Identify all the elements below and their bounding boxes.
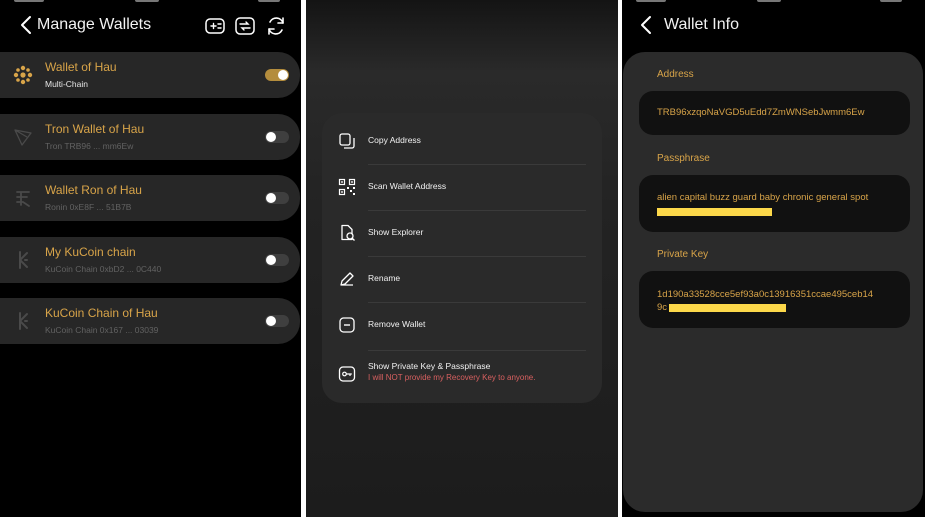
menu-item-label: Remove Wallet <box>368 319 426 329</box>
explorer-icon <box>341 224 355 241</box>
wallet-toggle[interactable] <box>265 254 289 266</box>
passphrase-box[interactable]: alien capital buzz guard baby chronic ge… <box>639 175 910 232</box>
private-key-box[interactable]: 1d190a33528cce5ef93a0c13916351ccae495ceb… <box>639 271 910 328</box>
redaction-mark <box>657 208 772 216</box>
menu-item-label: Copy Address <box>368 135 421 145</box>
wallet-name: Wallet Ron of Hau <box>45 183 142 197</box>
menu-item-label: Show Explorer <box>368 227 424 237</box>
menu-item-copy-address[interactable]: Copy Address <box>322 118 602 164</box>
back-arrow-icon[interactable] <box>16 14 38 36</box>
passphrase-value: alien capital buzz guard baby chronic ge… <box>657 192 869 203</box>
add-wallet-icon[interactable] <box>204 15 226 37</box>
address-label: Address <box>657 69 694 80</box>
wallet-card[interactable]: My KuCoin chain KuCoin Chain 0xbD2 ... 0… <box>0 237 300 283</box>
wallet-name: My KuCoin chain <box>45 245 136 259</box>
wallet-info-screen: Wallet Info Address TRB96xzqoNaVGD5uEdd7… <box>622 0 925 517</box>
qr-icon <box>338 178 356 196</box>
wallet-actions-screen: Copy Address Scan Wallet Address Show Ex… <box>306 0 618 517</box>
remove-icon <box>339 317 355 333</box>
manage-wallets-screen: Manage Wallets Wallet of Hau Multi-Chain… <box>0 0 301 517</box>
kucoin-icon <box>19 251 28 269</box>
tron-icon <box>14 129 32 146</box>
address-value: TRB96xzqoNaVGD5uEdd7ZmWNSebJwmm6Ew <box>657 107 865 118</box>
wallet-card[interactable]: KuCoin Chain of Hau KuCoin Chain 0x167 .… <box>0 298 300 344</box>
pencil-icon <box>340 272 354 286</box>
import-wallet-icon[interactable] <box>234 15 256 37</box>
wallet-toggle[interactable] <box>265 69 289 81</box>
redaction-mark <box>669 304 786 312</box>
page-title: Wallet Info <box>664 16 739 33</box>
wallet-toggle[interactable] <box>265 131 289 143</box>
wallet-card[interactable]: Wallet Ron of Hau Ronin 0xE8F ... 51B7B <box>0 175 300 221</box>
private-key-label: Private Key <box>657 249 709 260</box>
menu-item-label: Scan Wallet Address <box>368 181 447 191</box>
status-bar <box>622 0 925 4</box>
wallet-name: Wallet of Hau <box>45 60 117 74</box>
menu-item-show-private-key[interactable]: Show Private Key & Passphrase I will NOT… <box>322 351 602 397</box>
wallet-subtitle: KuCoin Chain 0xbD2 ... 0C440 <box>45 264 162 274</box>
menu-item-show-explorer[interactable]: Show Explorer <box>322 210 602 256</box>
wallet-info-card: Address TRB96xzqoNaVGD5uEdd7ZmWNSebJwmm6… <box>623 52 923 512</box>
wallet-card[interactable]: Wallet of Hau Multi-Chain <box>0 52 300 98</box>
wallet-toggle[interactable] <box>265 315 289 327</box>
menu-item-remove-wallet[interactable]: Remove Wallet <box>322 302 602 348</box>
menu-item-rename[interactable]: Rename <box>322 256 602 302</box>
ronin-icon <box>16 191 30 207</box>
multichain-icon <box>13 65 33 85</box>
menu-item-label: Show Private Key & Passphrase <box>368 361 491 371</box>
back-arrow-icon[interactable] <box>636 14 658 36</box>
page-title: Manage Wallets <box>37 16 152 33</box>
passphrase-label: Passphrase <box>657 153 710 164</box>
wallet-card[interactable]: Tron Wallet of Hau Tron TRB96 ... mm6Ew <box>0 114 300 160</box>
menu-item-label: Rename <box>368 273 401 283</box>
address-box[interactable]: TRB96xzqoNaVGD5uEdd7ZmWNSebJwmm6Ew <box>639 91 910 135</box>
wallet-subtitle: KuCoin Chain 0x167 ... 03039 <box>45 325 159 335</box>
header: Wallet Info <box>622 8 925 42</box>
wallet-name: KuCoin Chain of Hau <box>45 306 158 320</box>
wallet-name: Tron Wallet of Hau <box>45 122 145 136</box>
key-icon <box>338 366 356 382</box>
status-bar <box>0 0 301 4</box>
sync-icon[interactable] <box>265 15 287 37</box>
private-key-value: 1d190a33528cce5ef93a0c13916351ccae495ceb… <box>657 289 874 300</box>
recovery-key-warning: I will NOT provide my Recovery Key to an… <box>368 373 536 382</box>
wallet-actions-menu: Copy Address Scan Wallet Address Show Ex… <box>322 113 602 403</box>
menu-item-scan-wallet-address[interactable]: Scan Wallet Address <box>322 164 602 210</box>
kucoin-icon <box>19 312 28 330</box>
wallet-subtitle: Ronin 0xE8F ... 51B7B <box>45 202 132 212</box>
copy-icon <box>339 133 355 149</box>
header: Manage Wallets <box>0 8 301 42</box>
wallet-subtitle: Multi-Chain <box>45 79 88 89</box>
wallet-toggle[interactable] <box>265 192 289 204</box>
wallet-subtitle: Tron TRB96 ... mm6Ew <box>45 141 134 151</box>
